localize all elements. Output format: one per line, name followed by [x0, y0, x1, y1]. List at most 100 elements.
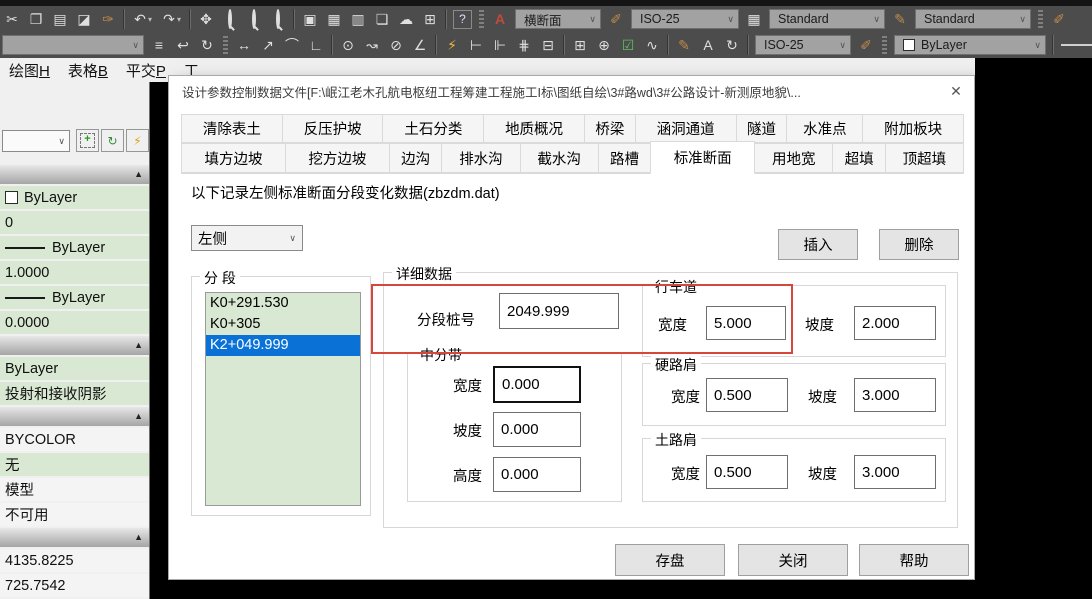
soft-shoulder-slope-input[interactable]: [854, 455, 936, 489]
match-properties-icon[interactable]: ✑: [96, 8, 120, 30]
property-value-cell[interactable]: ByLayer: [0, 236, 149, 259]
segment-list-item[interactable]: K0+305: [206, 314, 360, 335]
property-value-cell[interactable]: BYCOLOR: [0, 428, 149, 451]
sheet-set-manager-icon[interactable]: ❏: [370, 8, 394, 30]
insert-button[interactable]: 插入: [778, 229, 858, 260]
continue-dimension-icon[interactable]: ⊢: [464, 34, 488, 56]
property-value-cell[interactable]: 投射和接收阴影: [0, 382, 149, 405]
text-style-brush-icon[interactable]: ✎: [888, 8, 912, 30]
tab-标准断面[interactable]: 标准断面: [650, 141, 755, 174]
tab-挖方边坡[interactable]: 挖方边坡: [285, 143, 390, 173]
property-value-cell[interactable]: ByLayer: [0, 286, 149, 309]
cross-section-style-select[interactable]: 横断面 ∨: [515, 9, 601, 29]
help-button[interactable]: 帮助: [859, 544, 969, 576]
tab-边沟[interactable]: 边沟: [389, 143, 442, 173]
save-button[interactable]: 存盘: [615, 544, 725, 576]
cut-icon[interactable]: ✂: [0, 8, 24, 30]
toolbar-grip[interactable]: [1038, 10, 1043, 28]
tolerance-icon[interactable]: ⊞: [568, 34, 592, 56]
tab-路槽[interactable]: 路槽: [598, 143, 651, 173]
tab-顶超填[interactable]: 顶超填: [885, 143, 964, 173]
tab-地质概况[interactable]: 地质概况: [483, 114, 585, 143]
toolbar-grip[interactable]: [882, 36, 887, 54]
menu-item-P[interactable]: 平交P: [117, 60, 175, 81]
menu-item-B[interactable]: 表格B: [59, 60, 117, 81]
text-style-select[interactable]: Standard ∨: [915, 9, 1031, 29]
annotation-style-icon[interactable]: A: [488, 8, 512, 30]
arc-length-dimension-icon[interactable]: ⌒: [280, 34, 304, 56]
angular-dimension-icon[interactable]: ∠: [408, 34, 432, 56]
dimension-update-icon[interactable]: ↻: [720, 34, 744, 56]
hard-shoulder-width-input[interactable]: [706, 378, 788, 412]
close-icon[interactable]: ✕: [938, 78, 974, 104]
pickadd-toggle-button[interactable]: +: [76, 129, 99, 152]
tab-隧道[interactable]: 隧道: [736, 114, 788, 143]
linear-dimension-icon[interactable]: ↔: [232, 34, 256, 56]
tab-用地宽[interactable]: 用地宽: [754, 143, 833, 173]
property-value-cell[interactable]: 无: [0, 453, 149, 476]
layer-previous-icon[interactable]: ↩: [171, 34, 195, 56]
linetype-preview[interactable]: [1061, 44, 1092, 46]
markup-set-manager-icon[interactable]: ☁: [394, 8, 418, 30]
pan-icon[interactable]: ✥: [194, 8, 218, 30]
quick-dimension-icon[interactable]: ⚡: [440, 34, 464, 56]
property-value-cell[interactable]: 725.7542: [0, 574, 149, 597]
selection-combobox[interactable]: ∨: [2, 130, 70, 152]
tab-反压护坡[interactable]: 反压护坡: [282, 114, 384, 143]
zoom-window-icon[interactable]: [242, 8, 266, 30]
tab-涵洞通道[interactable]: 涵洞通道: [635, 114, 737, 143]
dim-style-edit-icon[interactable]: ✐: [604, 8, 628, 30]
median-height-input[interactable]: [493, 457, 581, 492]
dimension-edit-icon[interactable]: ✎: [672, 34, 696, 56]
zoom-realtime-icon[interactable]: [218, 8, 242, 30]
property-value-cell[interactable]: 1.0000: [0, 261, 149, 284]
help-icon[interactable]: ?: [453, 10, 472, 29]
median-slope-input[interactable]: [493, 412, 581, 447]
center-mark-icon[interactable]: ⊕: [592, 34, 616, 56]
dim-style-select-bottom[interactable]: ISO-25 ∨: [755, 35, 851, 55]
toolbar-grip[interactable]: [223, 36, 228, 54]
ordinate-dimension-icon[interactable]: ∟: [304, 34, 328, 56]
baseline-dimension-icon[interactable]: ⊩: [488, 34, 512, 56]
table-style-icon[interactable]: ▦: [742, 8, 766, 30]
delete-button[interactable]: 删除: [879, 229, 959, 260]
undo-dropdown-caret-icon[interactable]: ▾: [148, 15, 157, 24]
property-value-cell[interactable]: 0.0000: [0, 311, 149, 334]
tab-清除表土[interactable]: 清除表土: [181, 114, 283, 143]
segment-list-item[interactable]: K2+049.999: [206, 335, 360, 356]
dialog-title-bar[interactable]: 设计参数控制数据文件[F:\岷江老木孔航电枢纽工程筹建工程施工I标\图纸自绘\3…: [169, 76, 974, 106]
quick-select-button[interactable]: ⚡: [126, 129, 149, 152]
radius-dimension-icon[interactable]: ⊙: [336, 34, 360, 56]
lane-slope-input[interactable]: [854, 306, 936, 340]
collapse-arrow-icon[interactable]: ▲: [134, 169, 143, 179]
lane-width-input[interactable]: [706, 306, 786, 340]
tab-土石分类[interactable]: 土石分类: [382, 114, 484, 143]
segment-list-item[interactable]: K0+291.530: [206, 293, 360, 314]
property-value-cell[interactable]: 0: [0, 211, 149, 234]
toolbar-grip[interactable]: [479, 10, 484, 28]
paste-block-icon[interactable]: ◪: [72, 8, 96, 30]
paste-icon[interactable]: ▤: [48, 8, 72, 30]
dimension-text-edit-icon[interactable]: A: [696, 34, 720, 56]
median-width-input[interactable]: [493, 366, 581, 403]
tab-超填[interactable]: 超填: [832, 143, 885, 173]
segment-listbox[interactable]: K0+291.530K0+305K2+049.999: [205, 292, 361, 506]
soft-shoulder-width-input[interactable]: [706, 455, 788, 489]
collapse-arrow-icon[interactable]: ▲: [134, 340, 143, 350]
designcenter-icon[interactable]: ▦: [322, 8, 346, 30]
dim-style-select-top[interactable]: ISO-25 ∨: [631, 9, 739, 29]
dimension-space-icon[interactable]: ⋕: [512, 34, 536, 56]
tab-水准点[interactable]: 水准点: [786, 114, 863, 143]
property-value-cell[interactable]: 4135.8225: [0, 549, 149, 572]
dimension-break-icon[interactable]: ⊟: [536, 34, 560, 56]
property-value-cell[interactable]: ByLayer: [0, 357, 149, 380]
aligned-dimension-icon[interactable]: ↗: [256, 34, 280, 56]
inspection-dimension-icon[interactable]: ☑: [616, 34, 640, 56]
zoom-previous-icon[interactable]: [266, 8, 290, 30]
quickcalc-icon[interactable]: ⊞: [418, 8, 442, 30]
redo-dropdown-caret-icon[interactable]: ▾: [177, 15, 186, 24]
tab-填方边坡[interactable]: 填方边坡: [181, 143, 286, 173]
menu-item-H[interactable]: 绘图H: [0, 60, 59, 81]
select-objects-button[interactable]: ↻: [101, 129, 124, 152]
collapse-arrow-icon[interactable]: ▲: [134, 411, 143, 421]
